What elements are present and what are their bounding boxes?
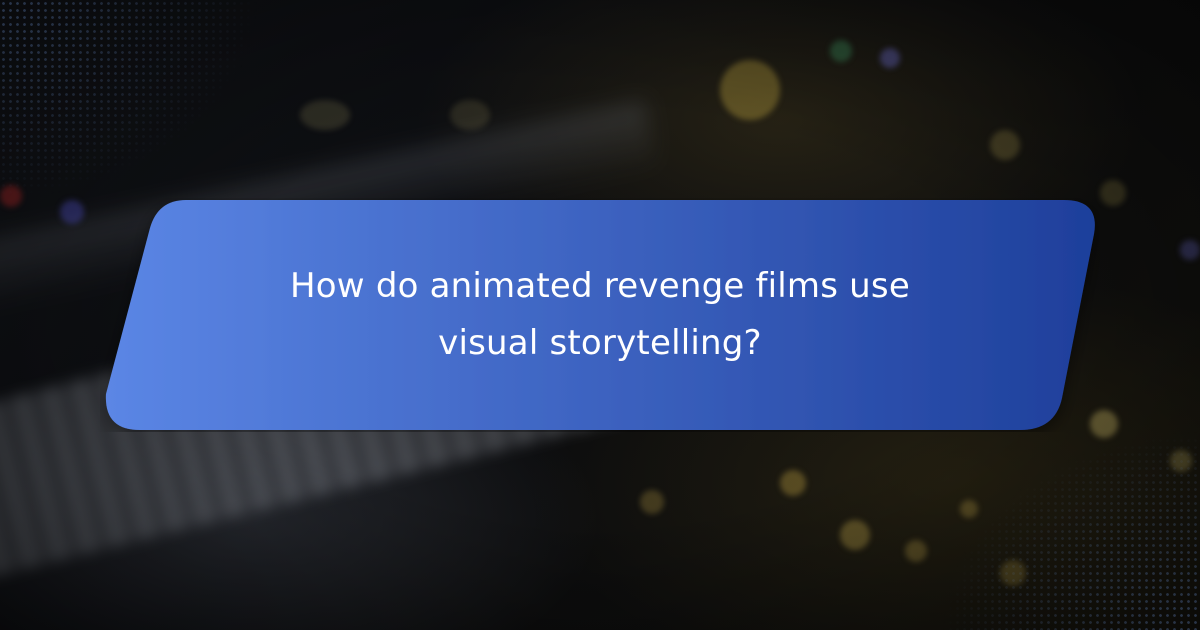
headline: How do animated revenge films use visual…: [175, 198, 1025, 432]
headline-text: How do animated revenge films use visual…: [290, 266, 910, 363]
hero-image: How do animated revenge films use visual…: [0, 0, 1200, 630]
